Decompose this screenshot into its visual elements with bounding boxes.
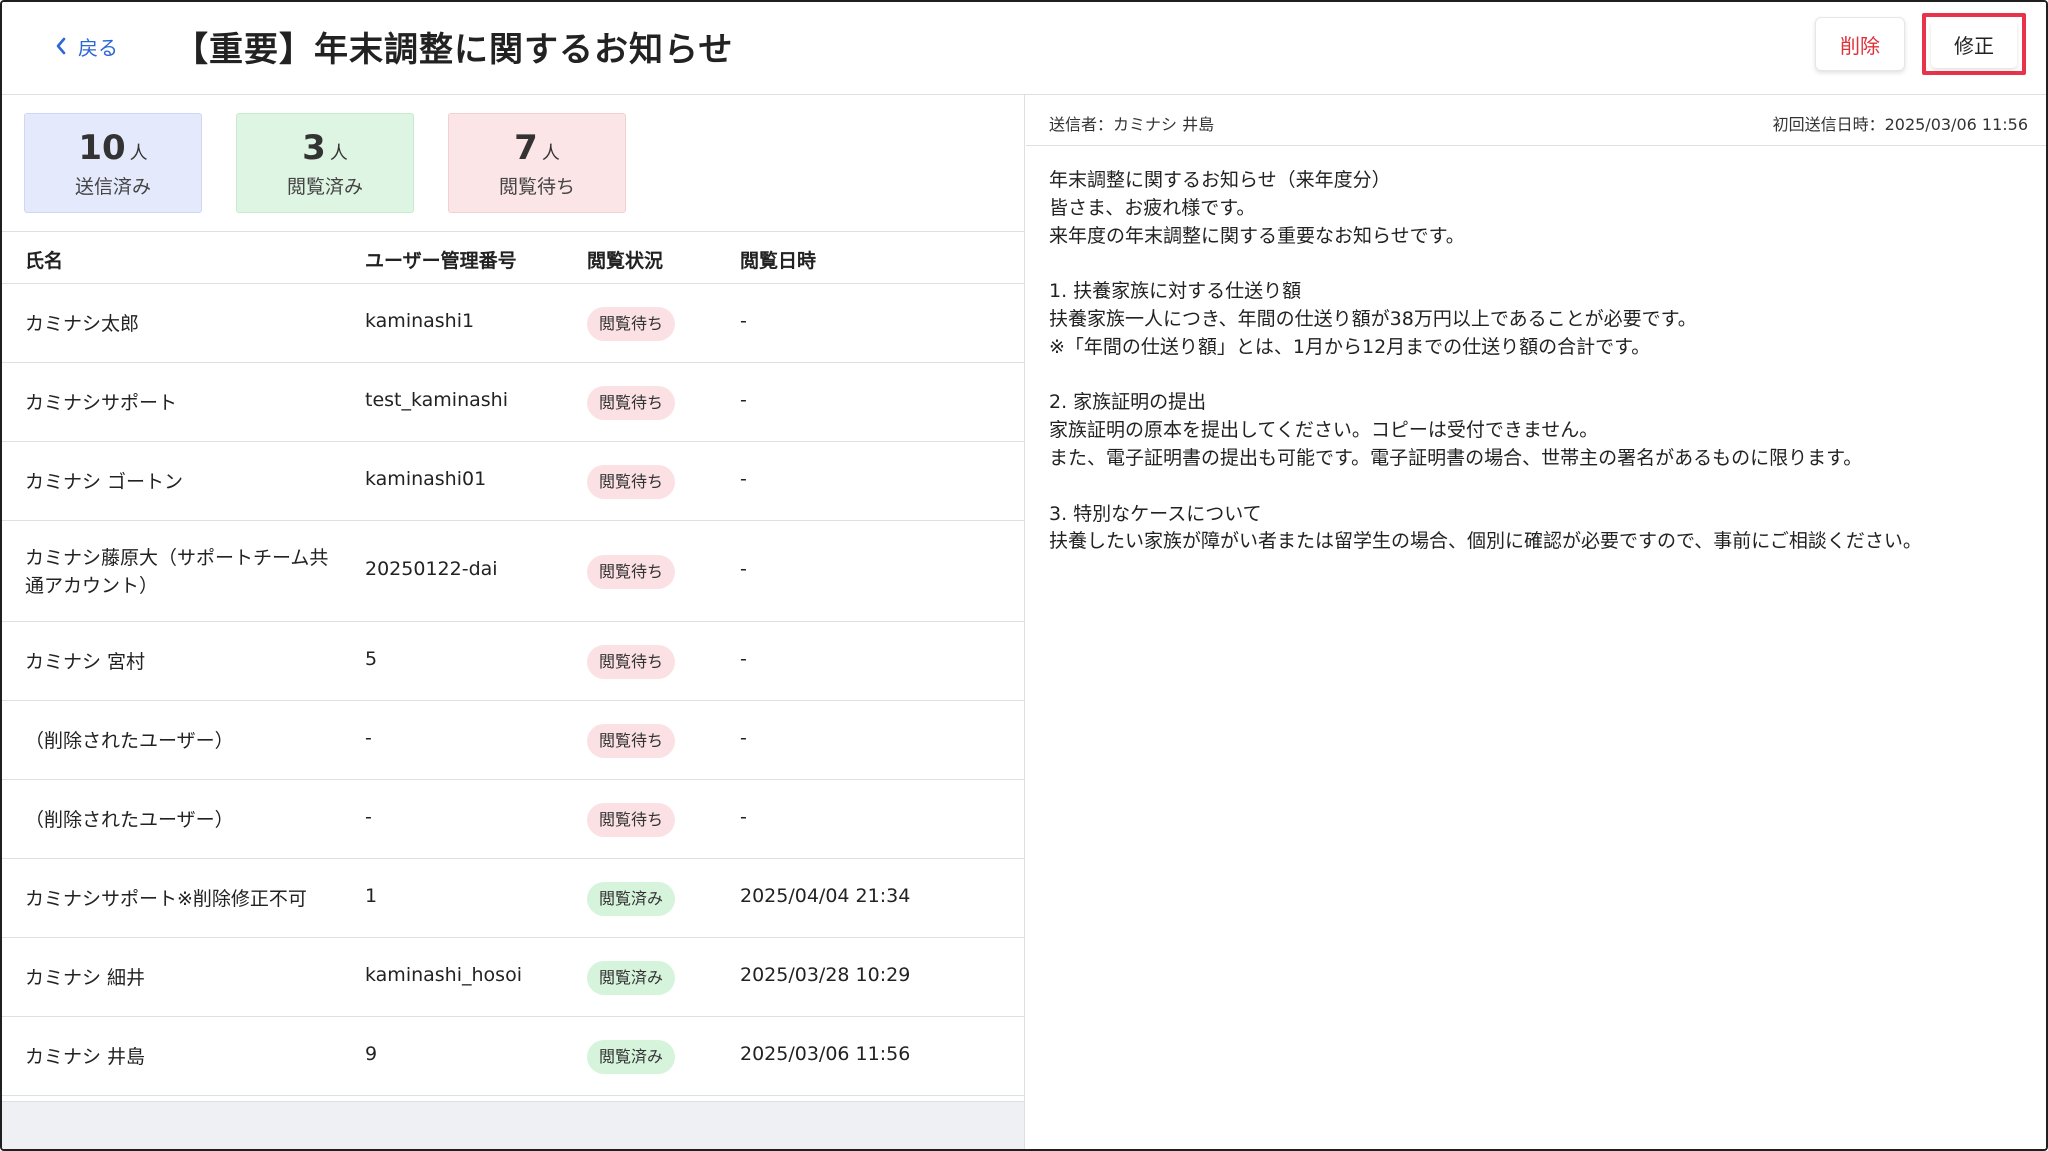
table-row[interactable]: カミナシサポート test_kaminashi 閲覧待ち - (2, 363, 1024, 442)
message-panel: 送信者：カミナシ 井島 初回送信日時：2025/03/06 11:56 年末調整… (1026, 95, 2046, 1149)
page-header: 戻る 【重要】年末調整に関するお知らせ 削除 修正 (2, 2, 2046, 95)
cell-viewed-at: - (740, 805, 747, 828)
cell-user-id: 9 (365, 1042, 378, 1065)
cell-user-id: - (365, 726, 372, 749)
back-label: 戻る (78, 35, 118, 60)
table-footer-area (2, 1101, 1024, 1149)
cell-name: カミナシサポート (25, 391, 178, 414)
cell-name: カミナシ 宮村 (25, 650, 146, 673)
table-row[interactable]: カミナシ太郎 kaminashi1 閲覧待ち - (2, 284, 1024, 363)
stat-waiting: 7人 閲覧待ち (448, 113, 626, 213)
app-window: 戻る 【重要】年末調整に関するお知らせ 削除 修正 10 人 送信済み 3人 閲覧… (0, 0, 2048, 1151)
table-row[interactable]: カミナシ 細井 kaminashi_hosoi 閲覧済み 2025/03/28 10:… (2, 938, 1024, 1017)
cell-user-id: 1 (365, 884, 378, 907)
cell-viewed-at: - (740, 309, 747, 332)
stat-read-count-line: 3人 (237, 128, 413, 168)
cell-viewed-at: - (740, 557, 747, 580)
cell-name: （削除されたユーザー） (25, 729, 234, 752)
recipient-table-body: カミナシ太郎 kaminashi1 閲覧待ち - カミナシサポート test_kamina… (2, 284, 1024, 1096)
column-header-name: 氏名 (25, 250, 64, 272)
edit-button[interactable]: 修正 (1922, 13, 2026, 75)
status-badge: 閲覧待ち (587, 723, 676, 758)
table-row[interactable]: （削除されたユーザー） - 閲覧待ち - (2, 701, 1024, 780)
cell-name: （削除されたユーザー） (25, 808, 234, 831)
stat-unit: 人 (129, 143, 148, 164)
cell-name: カミナシ藤原大（サポートチーム共通アカウント） (25, 546, 329, 597)
cell-viewed-at: - (740, 388, 747, 411)
stat-sent-count-line: 10 人 (25, 128, 201, 168)
cell-user-id: 5 (365, 647, 378, 670)
edit-button-label: 修正 (1931, 20, 2017, 68)
cell-name: カミナシサポート※削除修正不可 (25, 887, 307, 910)
cell-user-id: kaminashi1 (365, 309, 475, 332)
stat-read: 3人 閲覧済み (236, 113, 414, 213)
stat-unit: 人 (329, 143, 348, 164)
cell-viewed-at: - (740, 726, 747, 749)
cell-user-id: kaminashi01 (365, 467, 487, 490)
column-header-status: 閲覧状況 (587, 250, 664, 272)
table-row[interactable]: カミナシ 井島 9 閲覧済み 2025/03/06 11:56 (2, 1017, 1024, 1096)
cell-user-id: kaminashi_hosoi (365, 963, 522, 986)
status-badge: 閲覧待ち (587, 554, 676, 589)
cell-user-id: 20250122-dai (365, 557, 498, 580)
table-row[interactable]: カミナシサポート※削除修正不可 1 閲覧済み 2025/04/04 21:34 (2, 859, 1024, 938)
status-badge: 閲覧待ち (587, 644, 676, 679)
table-row[interactable]: カミナシ ゴートン kaminashi01 閲覧待ち - (2, 442, 1024, 521)
status-badge: 閲覧待ち (587, 385, 676, 420)
chevron-left-icon (56, 37, 66, 55)
status-badge: 閲覧済み (587, 881, 676, 916)
stat-read-label: 閲覧済み (286, 176, 363, 198)
stat-unit: 人 (541, 143, 560, 164)
cell-viewed-at: 2025/04/04 21:34 (740, 884, 911, 907)
status-badge: 閲覧済み (587, 1039, 676, 1074)
cell-name: カミナシ太郎 (25, 312, 140, 335)
status-badge: 閲覧待ち (587, 802, 676, 837)
cell-viewed-at: - (740, 647, 747, 670)
table-row[interactable]: カミナシ 宮村 5 閲覧待ち - (2, 622, 1024, 701)
cell-viewed-at: 2025/03/28 10:29 (740, 963, 911, 986)
table-header: 氏名 ユーザー管理番号 閲覧状況 閲覧日時 (2, 231, 1024, 284)
cell-name: カミナシ 細井 (25, 966, 146, 989)
cell-user-id: test_kaminashi (365, 388, 508, 411)
cell-viewed-at: - (740, 467, 747, 490)
status-badge: 閲覧待ち (587, 464, 676, 499)
table-row[interactable]: （削除されたユーザー） - 閲覧待ち - (2, 780, 1024, 859)
column-header-user-id: ユーザー管理番号 (365, 250, 517, 272)
message-meta: 送信者：カミナシ 井島 初回送信日時：2025/03/06 11:56 (1026, 95, 2046, 146)
page-title: 【重要】年末調整に関するお知らせ (174, 30, 734, 70)
stat-waiting-count: 7 (514, 128, 538, 168)
stat-sent: 10 人 送信済み (24, 113, 202, 213)
stat-read-count: 3 (302, 128, 326, 168)
cell-user-id: - (365, 805, 372, 828)
delete-button[interactable]: 削除 (1815, 17, 1905, 71)
cell-viewed-at: 2025/03/06 11:56 (740, 1042, 911, 1065)
recipient-panel: 10 人 送信済み 3人 閲覧済み 7人 閲覧待ち 氏名 ユーザー管理番号 閲覧状… (2, 95, 1025, 1149)
cell-name: カミナシ ゴートン (25, 470, 184, 493)
back-link[interactable]: 戻る (54, 29, 118, 63)
stat-waiting-label: 閲覧待ち (498, 176, 575, 198)
status-badge: 閲覧待ち (587, 306, 676, 341)
status-badge: 閲覧済み (587, 960, 676, 995)
cell-name: カミナシ 井島 (25, 1045, 146, 1068)
stat-waiting-count-line: 7人 (449, 128, 625, 168)
stat-sent-label: 送信済み (74, 176, 151, 198)
table-row[interactable]: カミナシ藤原大（サポートチーム共通アカウント） 20250122-dai 閲覧待ち - (2, 521, 1024, 622)
column-header-viewed-at: 閲覧日時 (740, 250, 817, 272)
first-sent-label: 初回送信日時：2025/03/06 11:56 (1772, 115, 2028, 134)
stat-sent-count: 10 (78, 128, 126, 168)
sender-label: 送信者：カミナシ 井島 (1049, 115, 1215, 134)
message-body: 年末調整に関するお知らせ（来年度分） 皆さま、お疲れ様です。 来年度の年末調整に… (1049, 169, 1922, 553)
